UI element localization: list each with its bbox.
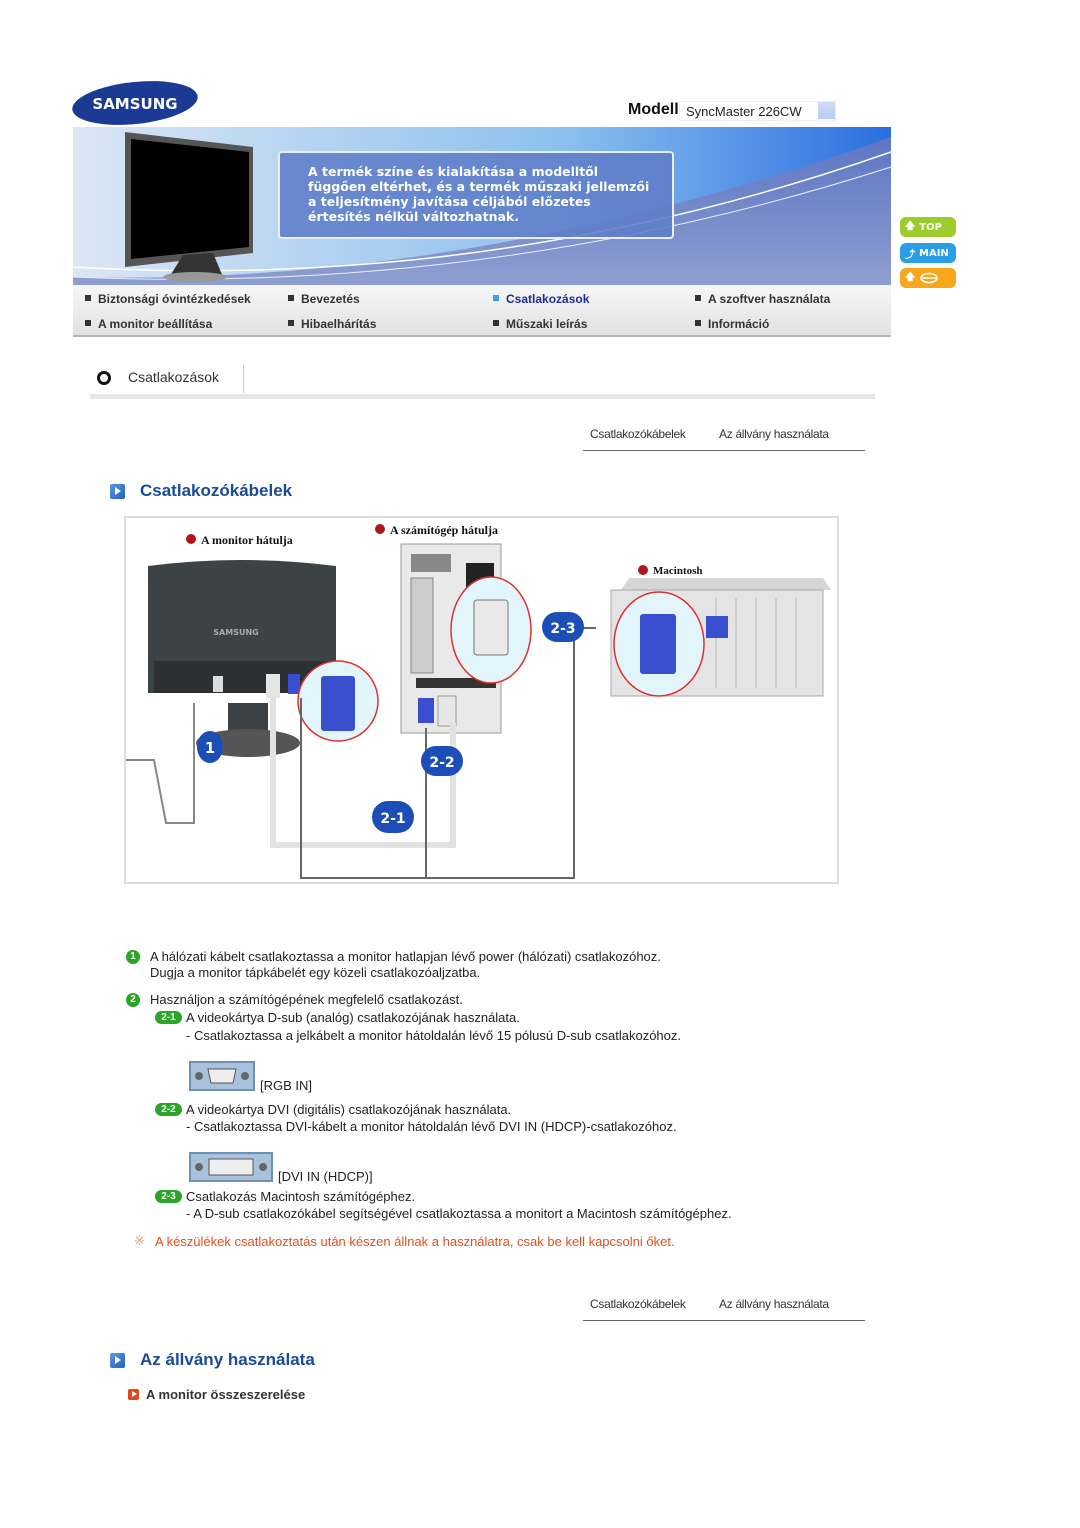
svg-text:SAMSUNG: SAMSUNG bbox=[213, 628, 258, 637]
main-button[interactable]: ⤴ MAIN bbox=[900, 243, 956, 263]
bullet-icon bbox=[85, 295, 91, 301]
main-nav: Biztonsági óvintézkedések Bevezetés Csat… bbox=[73, 285, 891, 337]
nav-item-introduction[interactable]: Bevezetés bbox=[288, 292, 360, 306]
nav-label: Csatlakozások bbox=[506, 292, 590, 306]
rgb-in-label: [RGB IN] bbox=[260, 1078, 313, 1093]
model-value: SyncMaster 226CW bbox=[679, 101, 836, 121]
badge-2-2-icon: 2-2 bbox=[155, 1103, 182, 1116]
step-1-line-2: Dugja a monitor tápkábelét egy közeli cs… bbox=[150, 965, 481, 980]
svg-text:2-3: 2-3 bbox=[550, 621, 575, 637]
subnav-bottom: Csatlakozókábelek Az állvány használata bbox=[583, 1297, 865, 1321]
label-monitor-back: A monitor hátulja bbox=[201, 533, 293, 547]
badge-2-2: 2-2 bbox=[421, 746, 463, 776]
circle-icon bbox=[97, 371, 111, 385]
step-1-line-1: A hálózati kábelt csatlakoztassa a monit… bbox=[150, 949, 661, 964]
notice-text: A termék színe és kialakítása a modelltő… bbox=[308, 164, 650, 224]
bullet-icon bbox=[288, 295, 294, 301]
nav-item-safety[interactable]: Biztonsági óvintézkedések bbox=[85, 292, 251, 306]
label-pc-back: A számítógép hátulja bbox=[390, 523, 498, 537]
model-label: Modell bbox=[628, 101, 679, 118]
notice-box: A termék színe és kialakítása a modelltő… bbox=[278, 151, 674, 239]
badge-2-3: 2-3 bbox=[542, 612, 584, 642]
badge-2-1: 2-1 bbox=[372, 801, 414, 833]
step-2-icon: 2 bbox=[126, 993, 140, 1007]
dsub-zoom-bubble bbox=[297, 660, 379, 742]
nav-label: Bevezetés bbox=[301, 292, 360, 306]
sub-2-1-title: A videokártya D-sub (analóg) csatlakozój… bbox=[186, 1010, 520, 1025]
bullet-icon bbox=[493, 320, 499, 326]
brand-text: SAMSUNG bbox=[92, 95, 177, 113]
banner: A termék színe és kialakítása a modelltő… bbox=[73, 127, 891, 285]
nav-item-connections[interactable]: Csatlakozások bbox=[493, 292, 589, 306]
bullet-icon bbox=[493, 295, 499, 301]
nav-item-adjusting[interactable]: A monitor beállítása bbox=[85, 317, 212, 331]
sub-arrow-icon bbox=[128, 1389, 139, 1400]
step-2-text: Használjon a számítógépének megfelelő cs… bbox=[150, 992, 463, 1007]
note-mark-icon: ※ bbox=[134, 1233, 145, 1248]
svg-text:1: 1 bbox=[205, 739, 215, 757]
sub-2-2-title: A videokártya DVI (digitális) csatlakozó… bbox=[186, 1102, 512, 1117]
nav-item-software[interactable]: A szoftver használata bbox=[695, 292, 830, 306]
model-swatch bbox=[818, 102, 835, 119]
badge-2-3-icon: 2-3 bbox=[155, 1190, 182, 1203]
dvi-zoom-bubble bbox=[450, 576, 532, 684]
note-text: A készülékek csatlakoztatás után készen … bbox=[155, 1234, 675, 1249]
section-arrow-icon bbox=[110, 484, 125, 499]
section-header-shadow bbox=[90, 394, 875, 399]
divider bbox=[243, 365, 244, 393]
connection-diagram: A monitor hátulja A számítógép hátulja M… bbox=[124, 516, 839, 884]
arrow-turn-icon: ⤴ bbox=[905, 249, 915, 261]
sub-2-3-title: Csatlakozás Macintosh számítógéphez. bbox=[186, 1189, 416, 1204]
top-button[interactable]: 🡅 TOP bbox=[900, 217, 956, 237]
badge-2-1-icon: 2-1 bbox=[155, 1011, 182, 1024]
samsung-logo: SAMSUNG bbox=[70, 78, 200, 128]
bullet-icon bbox=[85, 320, 91, 326]
svg-text:2-1: 2-1 bbox=[380, 811, 405, 827]
svg-text:2-2: 2-2 bbox=[429, 755, 454, 771]
dsub-port-icon bbox=[189, 1061, 255, 1091]
subnav-link-stand[interactable]: Az állvány használata bbox=[719, 1297, 829, 1311]
step-1-icon: 1 bbox=[126, 950, 140, 964]
nav-label: Biztonsági óvintézkedések bbox=[98, 292, 251, 306]
main-button-label: MAIN bbox=[919, 247, 949, 259]
stand-heading: Az állvány használata bbox=[140, 1350, 315, 1369]
red-dot-icon bbox=[186, 534, 196, 544]
bullet-icon bbox=[695, 295, 701, 301]
nav-item-information[interactable]: Információ bbox=[695, 317, 769, 331]
nav-label: A monitor beállítása bbox=[98, 317, 213, 331]
subnav-link-cables[interactable]: Csatlakozókábelek bbox=[590, 427, 686, 441]
dvi-in-label: [DVI IN (HDCP)] bbox=[278, 1169, 373, 1184]
bullet-icon bbox=[695, 320, 701, 326]
subnav-top: Csatlakozókábelek Az állvány használata bbox=[583, 427, 865, 451]
nav-label: Információ bbox=[708, 317, 770, 331]
section-title: Csatlakozások bbox=[128, 369, 220, 385]
sub-2-3-detail: - A D-sub csatlakozókábel segítségével c… bbox=[186, 1206, 732, 1221]
sub-2-1-detail: - Csatlakoztassa a jelkábelt a monitor h… bbox=[186, 1028, 681, 1043]
nav-item-troubleshooting[interactable]: Hibaelhárítás bbox=[288, 317, 376, 331]
print-icon bbox=[920, 272, 939, 284]
cables-heading: Csatlakozókábelek bbox=[140, 481, 293, 500]
bullet-icon bbox=[288, 320, 294, 326]
red-dot-icon bbox=[638, 565, 648, 575]
sub-2-2-detail: - Csatlakoztassa DVI-kábelt a monitor há… bbox=[186, 1119, 677, 1134]
mac-zoom-bubble bbox=[613, 591, 705, 697]
badge-1: 1 bbox=[197, 731, 223, 763]
nav-label: Műszaki leírás bbox=[506, 317, 588, 331]
dvi-port-icon bbox=[189, 1152, 273, 1182]
nav-label: Hibaelhárítás bbox=[301, 317, 377, 331]
assembly-subheading[interactable]: A monitor összeszerelése bbox=[146, 1387, 305, 1402]
nav-label: A szoftver használata bbox=[708, 292, 831, 306]
arrow-up-icon: 🡅 bbox=[905, 220, 916, 232]
red-dot-icon bbox=[375, 524, 385, 534]
nav-item-specifications[interactable]: Műszaki leírás bbox=[493, 317, 587, 331]
top-button-label: TOP bbox=[919, 221, 942, 233]
subnav-link-cables[interactable]: Csatlakozókábelek bbox=[590, 1297, 686, 1311]
arrow-up-icon: 🡅 bbox=[905, 271, 916, 283]
subnav-link-stand[interactable]: Az állvány használata bbox=[719, 427, 829, 441]
print-button[interactable]: 🡅 bbox=[900, 268, 956, 288]
section-arrow-icon bbox=[110, 1353, 125, 1368]
label-mac: Macintosh bbox=[653, 565, 703, 577]
